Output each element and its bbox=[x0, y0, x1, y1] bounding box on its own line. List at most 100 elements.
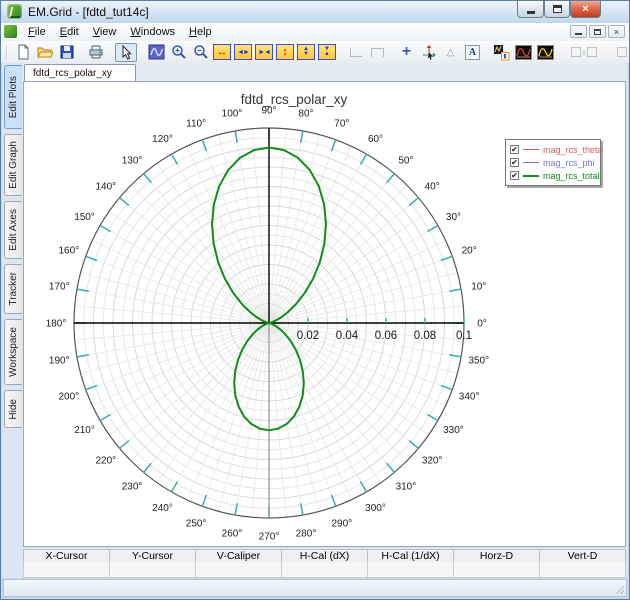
text-label-button[interactable]: A bbox=[463, 43, 482, 62]
svg-text:130°: 130° bbox=[122, 155, 143, 166]
document-icon bbox=[4, 25, 17, 38]
expand-y-button[interactable]: ↕ bbox=[276, 44, 294, 60]
svg-text:0°: 0° bbox=[477, 319, 487, 330]
client-area: Edit Plots Edit Graph Edit Axes Tracker … bbox=[2, 63, 628, 578]
svg-text:0.02: 0.02 bbox=[297, 330, 319, 342]
sidebar-item-tracker[interactable]: Tracker bbox=[4, 264, 22, 314]
svg-text:120°: 120° bbox=[152, 134, 173, 145]
resize-grip[interactable] bbox=[614, 584, 624, 594]
corner-tool-button[interactable] bbox=[346, 43, 365, 62]
spread-v-icon: ↕ bbox=[581, 46, 587, 57]
compress-x-button[interactable]: ►◄ bbox=[255, 44, 273, 60]
svg-text:190°: 190° bbox=[49, 355, 70, 366]
svg-text:20°: 20° bbox=[462, 246, 477, 257]
close-button[interactable]: × bbox=[570, 1, 601, 18]
sidebar-item-edit-plots[interactable]: Edit Plots bbox=[4, 65, 22, 129]
expand-x-button[interactable]: ↔ bbox=[213, 44, 231, 60]
svg-text:0.06: 0.06 bbox=[375, 330, 397, 342]
legend-row-theta: ✔ mag_rcs_theta bbox=[510, 143, 603, 156]
zoom-out-button[interactable] bbox=[191, 43, 210, 62]
maximize-button[interactable] bbox=[544, 1, 570, 18]
legend-line-phi bbox=[523, 162, 539, 163]
cursor-readout-table: X-Cursor Y-Cursor V-Caliper H-Cal (dX) H… bbox=[23, 549, 626, 578]
maximize-icon bbox=[552, 5, 562, 13]
tab-fdtd-rcs-polar-xy[interactable]: fdtd_rcs_polar_xy bbox=[24, 64, 136, 81]
legend-checkbox-total[interactable]: ✔ bbox=[510, 171, 519, 180]
crosshair-icon: + bbox=[401, 43, 412, 60]
minimize-button[interactable] bbox=[517, 1, 544, 18]
align-horizontal-button[interactable]: ↔ bbox=[613, 43, 630, 62]
sidebar-item-edit-graph[interactable]: Edit Graph bbox=[4, 134, 22, 196]
sidebar-item-edit-axes[interactable]: Edit Axes bbox=[4, 201, 22, 259]
svg-text:310°: 310° bbox=[396, 482, 417, 493]
menu-windows[interactable]: Windows bbox=[123, 25, 182, 39]
mdi-close-button[interactable]: × bbox=[608, 25, 625, 38]
marker-style-button[interactable] bbox=[492, 43, 511, 62]
svg-text:70°: 70° bbox=[334, 118, 349, 129]
value-cell bbox=[109, 562, 195, 578]
svg-text:260°: 260° bbox=[222, 528, 243, 539]
pan-x-out-button[interactable]: ◄► bbox=[234, 44, 252, 60]
save-icon bbox=[60, 45, 73, 59]
menu-file[interactable]: File bbox=[21, 25, 53, 39]
text-label-icon: A bbox=[465, 44, 480, 60]
mdi-minimize-button[interactable] bbox=[570, 25, 587, 38]
frame-tool-button[interactable] bbox=[368, 43, 387, 62]
legend-checkbox-phi[interactable]: ✔ bbox=[510, 158, 519, 167]
curve-style-red-button[interactable] bbox=[514, 43, 533, 62]
sidebar-item-workspace[interactable]: Workspace bbox=[4, 319, 22, 385]
expand-y-icon: ↕ bbox=[282, 46, 288, 58]
close-icon: × bbox=[582, 3, 589, 15]
save-button[interactable] bbox=[57, 43, 76, 62]
svg-text:340°: 340° bbox=[459, 391, 480, 402]
tracker-cursor-button[interactable] bbox=[419, 43, 438, 62]
window-title: EM.Grid - [fdtd_tut14c] bbox=[28, 5, 149, 19]
legend-label-total: mag_rcs_total bbox=[543, 170, 600, 181]
app-icon bbox=[7, 4, 22, 19]
menu-view[interactable]: View bbox=[86, 25, 124, 39]
svg-text:280°: 280° bbox=[296, 528, 317, 539]
mdi-close-icon: × bbox=[613, 26, 620, 37]
svg-text:100°: 100° bbox=[222, 109, 243, 120]
svg-text:60°: 60° bbox=[368, 134, 383, 145]
sidebar: Edit Plots Edit Graph Edit Axes Tracker … bbox=[2, 63, 23, 578]
pan-y-out-button[interactable]: ▲ ▼ bbox=[297, 44, 315, 60]
align-vertical-button[interactable]: ↕ bbox=[565, 43, 603, 62]
triangle-icon: △ bbox=[446, 46, 455, 58]
column-header: V-Caliper bbox=[196, 549, 282, 562]
crosshair-button[interactable]: + bbox=[397, 43, 416, 62]
column-header: X-Cursor bbox=[23, 549, 110, 562]
legend: ✔ mag_rcs_theta ✔ mag_rcs_phi ✔ mag_rcs_… bbox=[505, 139, 603, 186]
svg-text:160°: 160° bbox=[59, 246, 80, 257]
plot-title: fdtd_rcs_polar_xy bbox=[240, 92, 348, 107]
marker-shape-button[interactable]: △ bbox=[441, 43, 460, 62]
compress-y-button[interactable]: ▼ ▲ bbox=[318, 44, 336, 60]
curve-style-yellow-button[interactable] bbox=[536, 43, 555, 62]
svg-text:210°: 210° bbox=[74, 425, 95, 436]
menu-help[interactable]: Help bbox=[182, 25, 219, 39]
svg-text:140°: 140° bbox=[95, 182, 116, 193]
open-file-button[interactable] bbox=[35, 43, 54, 62]
zoom-in-icon bbox=[171, 45, 186, 59]
mdi-restore-button[interactable] bbox=[589, 25, 606, 38]
svg-text:10°: 10° bbox=[471, 282, 486, 293]
fit-plot-button[interactable] bbox=[147, 43, 166, 62]
svg-text:290°: 290° bbox=[332, 519, 353, 530]
new-file-button[interactable] bbox=[13, 43, 32, 62]
toolbar: ↔ ◄► ►◄ ↕ ▲▼ ▼▲ + △ A ↕ ↔ Layout bbox=[1, 41, 630, 64]
toolbar-grip bbox=[6, 44, 8, 60]
pointer-tool-button[interactable] bbox=[115, 42, 137, 62]
column-header: Vert-D bbox=[540, 549, 626, 562]
arrows-in-h-icon: ►◄ bbox=[258, 48, 271, 56]
zoom-in-button[interactable] bbox=[169, 43, 188, 62]
new-file-icon bbox=[18, 44, 28, 60]
svg-text:0.04: 0.04 bbox=[336, 330, 359, 342]
column-header: H-Cal (1/dX) bbox=[368, 549, 454, 562]
menu-edit[interactable]: Edit bbox=[53, 25, 86, 39]
svg-text:240°: 240° bbox=[152, 503, 173, 514]
legend-checkbox-theta[interactable]: ✔ bbox=[510, 145, 519, 154]
print-button[interactable] bbox=[86, 43, 105, 62]
minimize-icon bbox=[526, 10, 535, 14]
sidebar-item-hide[interactable]: Hide bbox=[4, 390, 22, 428]
svg-text:170°: 170° bbox=[49, 282, 70, 293]
